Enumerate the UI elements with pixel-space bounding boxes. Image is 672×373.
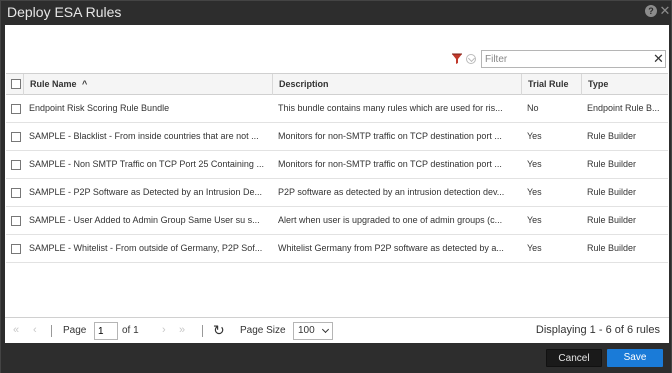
cell-rule-name: Endpoint Risk Scoring Rule Bundle [29, 103, 170, 113]
column-header-label: Rule Name [30, 79, 77, 89]
deploy-esa-rules-dialog: Deploy ESA Rules ? ✕ ✕ Rule Name ^ Descr… [0, 0, 672, 373]
cell-rule-name: SAMPLE - P2P Software as Detected by an … [29, 187, 262, 197]
cell-description: Monitors for non-SMTP traffic on TCP des… [278, 159, 502, 169]
column-header-rule-name[interactable]: Rule Name ^ [23, 74, 272, 95]
cell-type: Rule Builder [587, 215, 637, 225]
clear-icon[interactable]: ✕ [653, 51, 664, 66]
cell-rule-name: SAMPLE - Whitelist - From outside of Ger… [29, 243, 263, 253]
refresh-icon[interactable]: ↻ [213, 321, 225, 339]
column-header-label: Description [279, 79, 329, 89]
help-icon[interactable]: ? [645, 5, 657, 17]
page-count-label: of 1 [122, 325, 139, 336]
cell-description: Alert when user is upgraded to one of ad… [278, 215, 503, 225]
select-all-checkbox[interactable] [11, 79, 21, 89]
row-checkbox[interactable] [11, 104, 21, 114]
dialog-footer: Cancel Save [1, 343, 671, 373]
separator [51, 325, 52, 337]
dialog-body: ✕ Rule Name ^ Description Trial Rule Typ… [5, 25, 669, 343]
column-header-label: Trial Rule [528, 79, 569, 89]
cell-type: Rule Builder [587, 243, 637, 253]
separator [202, 325, 203, 337]
cell-rule-name: SAMPLE - User Added to Admin Group Same … [29, 215, 260, 225]
filter-funnel-icon[interactable] [451, 53, 463, 65]
prev-page-icon[interactable]: ‹ [33, 323, 37, 338]
row-checkbox[interactable] [11, 132, 21, 142]
sort-asc-icon: ^ [82, 79, 88, 89]
close-icon[interactable]: ✕ [659, 4, 671, 18]
page-number-input[interactable] [94, 322, 118, 340]
column-header-label: Type [588, 79, 609, 89]
cell-description: Whitelist Germany from P2P software as d… [278, 243, 504, 253]
row-checkbox[interactable] [11, 160, 21, 170]
table-row[interactable]: SAMPLE - Blacklist - From inside countri… [6, 123, 668, 151]
page-size-label: Page Size [240, 325, 286, 336]
rules-table: Rule Name ^ Description Trial Rule Type … [6, 73, 668, 313]
page-size-select[interactable]: 100 [293, 322, 333, 340]
column-header-type[interactable]: Type [581, 74, 668, 95]
cell-trial-rule: Yes [527, 159, 542, 169]
cancel-button[interactable]: Cancel [546, 349, 602, 367]
pagination-toolbar: « ‹ Page of 1 › » ↻ Page Size 100 Displa… [5, 317, 669, 343]
dialog-titlebar: Deploy ESA Rules ? ✕ [1, 1, 671, 24]
cell-rule-name: SAMPLE - Blacklist - From inside countri… [29, 131, 259, 141]
page-size-value: 100 [298, 325, 315, 336]
last-page-icon[interactable]: » [179, 323, 185, 338]
cell-trial-rule: Yes [527, 131, 542, 141]
page-label: Page [63, 325, 87, 336]
cell-description: This bundle contains many rules which ar… [278, 103, 503, 113]
table-header: Rule Name ^ Description Trial Rule Type [6, 74, 668, 95]
cell-type: Rule Builder [587, 159, 637, 169]
column-header-description[interactable]: Description [272, 74, 521, 95]
filter-input[interactable] [481, 50, 666, 68]
chevron-down-icon [321, 325, 330, 334]
table-row[interactable]: SAMPLE - P2P Software as Detected by an … [6, 179, 668, 207]
table-row[interactable]: Endpoint Risk Scoring Rule Bundle This b… [6, 95, 668, 123]
cell-rule-name: SAMPLE - Non SMTP Traffic on TCP Port 25… [29, 159, 264, 169]
cell-trial-rule: Yes [527, 243, 542, 253]
cell-description: P2P software as detected by an intrusion… [278, 187, 505, 197]
row-checkbox[interactable] [11, 188, 21, 198]
cell-trial-rule: Yes [527, 215, 542, 225]
filter-bar: ✕ [449, 50, 667, 69]
cell-trial-rule: No [527, 103, 539, 113]
row-checkbox[interactable] [11, 244, 21, 254]
save-button[interactable]: Save [607, 349, 663, 367]
dialog-title: Deploy ESA Rules [7, 4, 122, 20]
row-checkbox[interactable] [11, 216, 21, 226]
table-row[interactable]: SAMPLE - Whitelist - From outside of Ger… [6, 235, 668, 263]
cell-description: Monitors for non-SMTP traffic on TCP des… [278, 131, 502, 141]
table-row[interactable]: SAMPLE - Non SMTP Traffic on TCP Port 25… [6, 151, 668, 179]
cell-type: Rule Builder [587, 187, 637, 197]
displaying-status: Displaying 1 - 6 of 6 rules [535, 324, 660, 336]
chevron-down-icon[interactable] [466, 54, 476, 64]
column-header-trial-rule[interactable]: Trial Rule [521, 74, 581, 95]
cell-type: Endpoint Rule B... [587, 103, 660, 113]
cell-trial-rule: Yes [527, 187, 542, 197]
cell-type: Rule Builder [587, 131, 637, 141]
table-row[interactable]: SAMPLE - User Added to Admin Group Same … [6, 207, 668, 235]
next-page-icon[interactable]: › [162, 323, 166, 338]
first-page-icon[interactable]: « [13, 323, 19, 338]
